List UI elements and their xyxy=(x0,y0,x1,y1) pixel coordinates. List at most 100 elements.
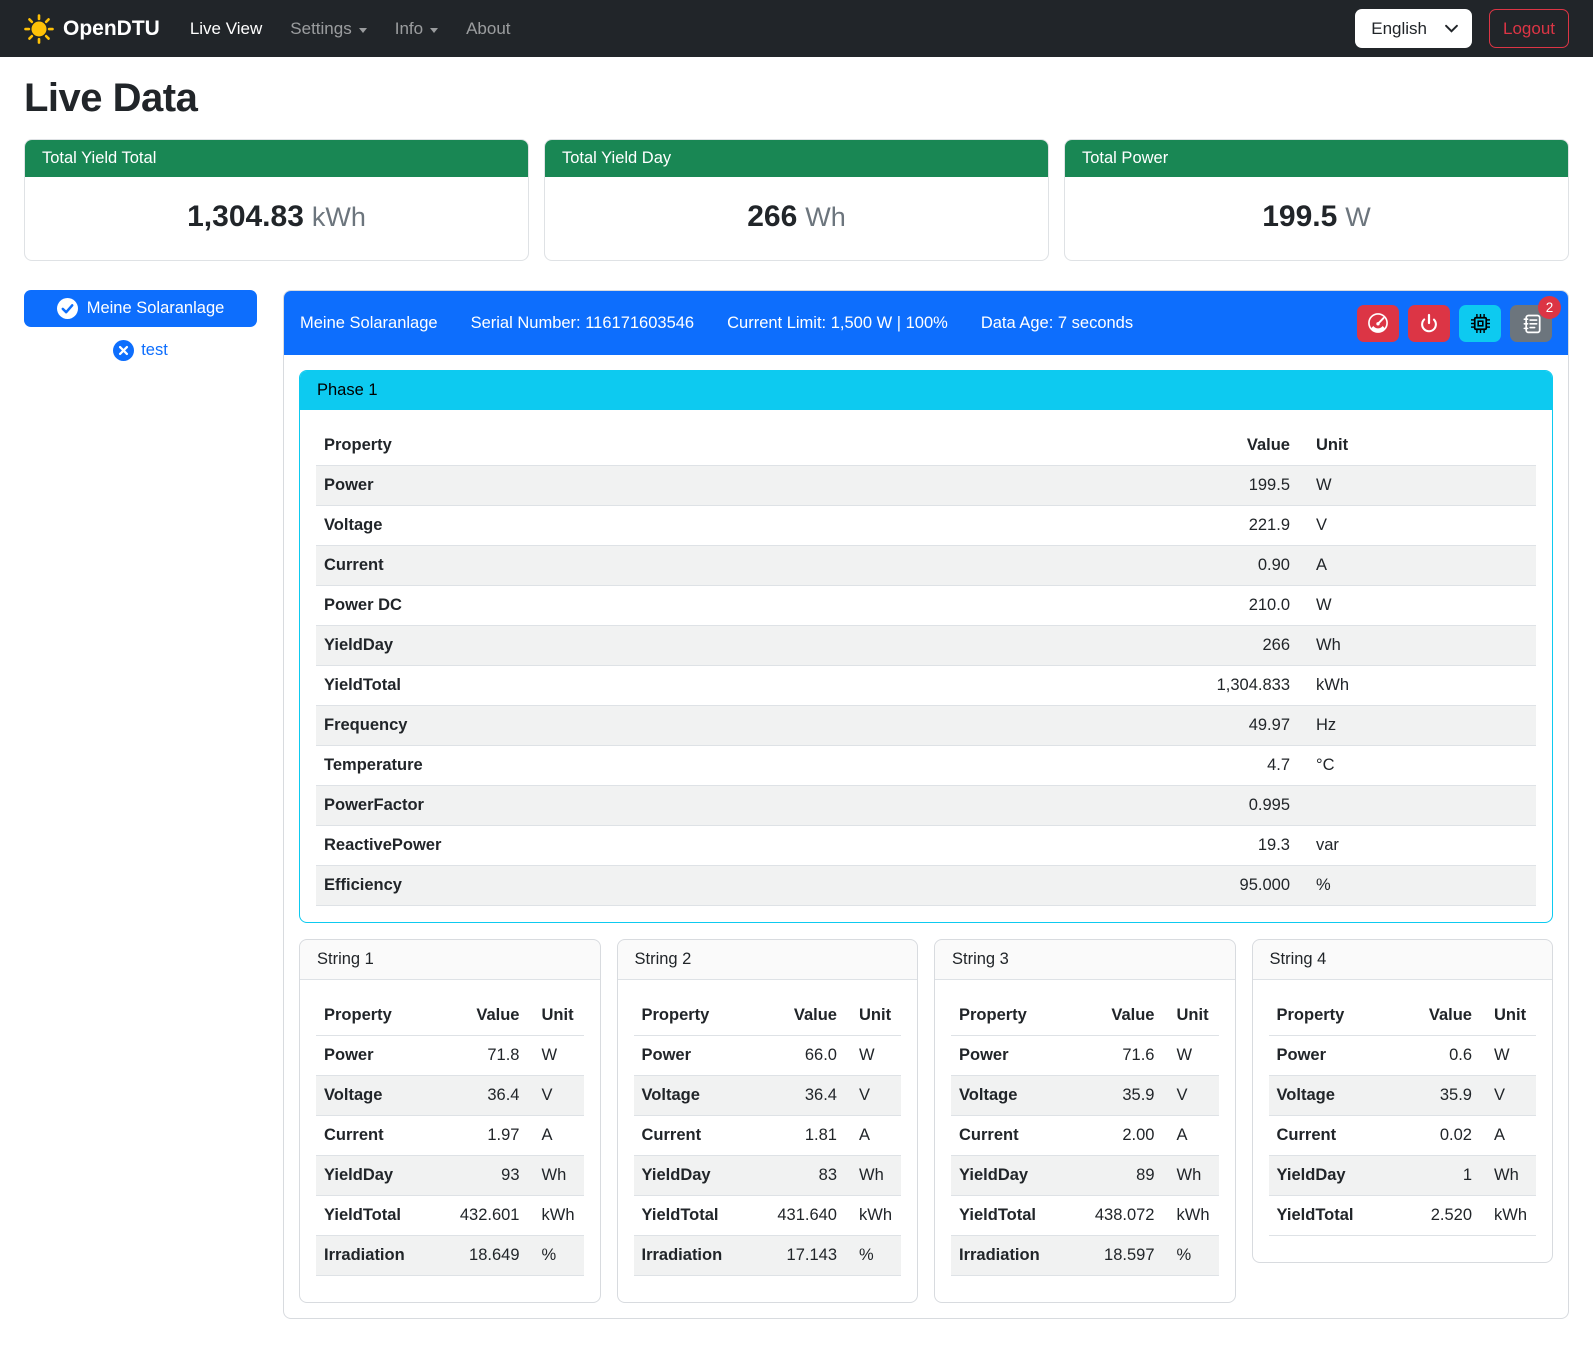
x-circle-icon xyxy=(113,340,134,361)
nav-item-about[interactable]: About xyxy=(466,19,510,39)
table-row: Voltage35.9V xyxy=(951,1076,1219,1116)
string-card: String 3 Property Value Unit Power71.6WV… xyxy=(934,939,1236,1303)
journal-text-icon xyxy=(1520,312,1543,335)
table-row: Frequency49.97Hz xyxy=(316,706,1536,746)
stat-card-title: Total Yield Day xyxy=(545,140,1048,177)
table-row: Voltage36.4V xyxy=(634,1076,902,1116)
table-row: PowerFactor0.995 xyxy=(316,786,1536,826)
nav-item-settings[interactable]: Settings xyxy=(290,19,366,39)
string-card: String 4 Property Value Unit Power0.6WVo… xyxy=(1252,939,1554,1263)
language-select[interactable]: English xyxy=(1355,9,1472,48)
stat-card-title: Total Yield Total xyxy=(25,140,528,177)
property-unit: var xyxy=(1298,826,1536,866)
column-unit: Unit xyxy=(1480,996,1536,1036)
speedometer-icon xyxy=(1367,312,1389,334)
property-unit: °C xyxy=(1298,746,1536,786)
property-label: YieldTotal xyxy=(316,666,1168,706)
stat-value: 1,304.83 xyxy=(187,200,304,233)
phase-title: Phase 1 xyxy=(300,371,1552,410)
column-value: Value xyxy=(440,996,528,1036)
event-count-badge: 2 xyxy=(1538,296,1561,319)
table-row: YieldTotal2.520kWh xyxy=(1269,1196,1537,1236)
property-label: Power DC xyxy=(316,586,1168,626)
brand[interactable]: OpenDTU xyxy=(24,14,160,44)
property-label: Voltage xyxy=(316,506,1168,546)
property-value: 1.81 xyxy=(757,1116,845,1156)
property-unit: kWh xyxy=(1480,1196,1536,1236)
property-label: Voltage xyxy=(634,1076,758,1116)
total-power-card: Total Power 199.5W xyxy=(1064,139,1569,261)
string-card-title: String 3 xyxy=(935,940,1235,980)
selected-inverter-button[interactable]: Meine Solaranlage xyxy=(24,290,257,327)
table-row: Current1.81A xyxy=(634,1116,902,1156)
property-unit: Wh xyxy=(1480,1156,1536,1196)
inverter-data-age: Data Age: 7 seconds xyxy=(981,314,1133,333)
limit-settings-button[interactable] xyxy=(1357,305,1399,342)
table-row: Temperature4.7°C xyxy=(316,746,1536,786)
phase-table: Property Value Unit Power199.5WVoltage22… xyxy=(316,426,1536,906)
inverter-sidebar: Meine Solaranlage test xyxy=(24,290,257,361)
table-row: Current0.02A xyxy=(1269,1116,1537,1156)
table-header-row: Property Value Unit xyxy=(316,426,1536,466)
column-value: Value xyxy=(1075,996,1163,1036)
event-log-button[interactable]: 2 xyxy=(1510,305,1552,342)
property-label: YieldDay xyxy=(1269,1156,1393,1196)
inverter-item-test[interactable]: test xyxy=(24,340,257,361)
column-unit: Unit xyxy=(1163,996,1219,1036)
device-info-button[interactable] xyxy=(1459,305,1501,342)
property-value: 35.9 xyxy=(1075,1076,1163,1116)
stat-unit: Wh xyxy=(805,202,846,232)
power-toggle-button[interactable] xyxy=(1408,305,1450,342)
property-value: 2.520 xyxy=(1392,1196,1480,1236)
property-unit: V xyxy=(845,1076,901,1116)
table-row: Voltage221.9V xyxy=(316,506,1536,546)
inverter-serial: Serial Number: 116171603546 xyxy=(471,314,695,333)
inverter-name: Meine Solaranlage xyxy=(300,314,438,333)
chevron-down-icon xyxy=(1445,24,1458,33)
inverter-card-body: Phase 1 Property Value Unit Power199.5WV… xyxy=(284,355,1568,1318)
property-label: PowerFactor xyxy=(316,786,1168,826)
property-value: 1 xyxy=(1392,1156,1480,1196)
property-label: Current xyxy=(1269,1116,1393,1156)
property-label: Current xyxy=(316,1116,440,1156)
column-unit: Unit xyxy=(845,996,901,1036)
property-label: YieldTotal xyxy=(634,1196,758,1236)
property-label: Current xyxy=(316,546,1168,586)
table-header-row: Property Value Unit xyxy=(634,996,902,1036)
property-label: Frequency xyxy=(316,706,1168,746)
logout-button[interactable]: Logout xyxy=(1489,9,1569,48)
nav-item-live-view[interactable]: Live View xyxy=(190,19,262,39)
property-value: 83 xyxy=(757,1156,845,1196)
property-value: 438.072 xyxy=(1075,1196,1163,1236)
property-value: 93 xyxy=(440,1156,528,1196)
property-unit: A xyxy=(528,1116,584,1156)
property-unit: W xyxy=(1480,1036,1536,1076)
property-unit: % xyxy=(528,1236,584,1276)
table-row: Current0.90A xyxy=(316,546,1536,586)
inverter-card-header: Meine Solaranlage Serial Number: 1161716… xyxy=(284,291,1568,355)
table-row: Power71.8W xyxy=(316,1036,584,1076)
table-row: Irradiation17.143% xyxy=(634,1236,902,1276)
stat-card-body: 1,304.83kWh xyxy=(25,177,528,260)
property-value: 36.4 xyxy=(440,1076,528,1116)
string-card-title: String 2 xyxy=(618,940,918,980)
table-row: YieldDay83Wh xyxy=(634,1156,902,1196)
table-row: YieldDay93Wh xyxy=(316,1156,584,1196)
property-label: Power xyxy=(316,1036,440,1076)
stat-value: 266 xyxy=(747,200,797,233)
nav-item-label: Settings xyxy=(290,19,351,39)
property-value: 0.02 xyxy=(1392,1116,1480,1156)
property-label: YieldDay xyxy=(316,626,1168,666)
string-card-title: String 4 xyxy=(1253,940,1553,980)
string-card-body: Property Value Unit Power0.6WVoltage35.9… xyxy=(1253,980,1553,1262)
table-row: Power0.6W xyxy=(1269,1036,1537,1076)
nav-item-info[interactable]: Info xyxy=(395,19,438,39)
property-unit xyxy=(1298,786,1536,826)
total-yield-day-card: Total Yield Day 266 Wh xyxy=(544,139,1049,261)
property-value: 35.9 xyxy=(1392,1076,1480,1116)
property-value: 18.649 xyxy=(440,1236,528,1276)
column-property: Property xyxy=(634,996,758,1036)
property-unit: kWh xyxy=(1298,666,1536,706)
phase-card: Phase 1 Property Value Unit Power199.5WV… xyxy=(299,370,1553,923)
table-row: Power199.5W xyxy=(316,466,1536,506)
